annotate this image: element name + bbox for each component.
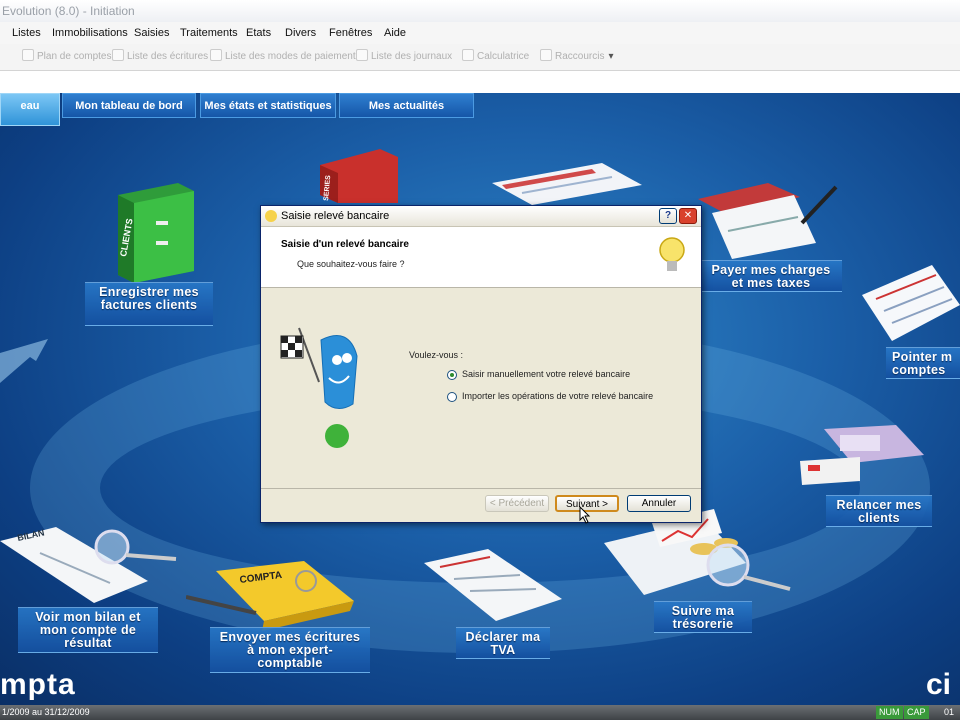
dialog-separator bbox=[261, 488, 701, 489]
compta-box-icon[interactable]: COMPTA bbox=[186, 561, 386, 633]
action-relancer-clients[interactable]: Relancer mes clients bbox=[826, 495, 932, 527]
mascot-flag-icon bbox=[280, 327, 358, 448]
radio-saisir[interactable] bbox=[447, 370, 457, 380]
status-badge-cap: CAP bbox=[904, 706, 929, 719]
red-binder-icon: SERIES bbox=[320, 149, 398, 203]
toolbar-liste-ecritures[interactable]: Liste des écritures bbox=[112, 49, 208, 65]
menu-traitements[interactable]: Traitements bbox=[180, 22, 238, 44]
period-range: 1/2009 au 31/12/2009 bbox=[2, 707, 90, 717]
menu-divers[interactable]: Divers bbox=[285, 22, 316, 44]
brand-logo-right: ci bbox=[926, 668, 952, 701]
menu-fenetres[interactable]: Fenêtres bbox=[329, 22, 372, 44]
menu-saisies[interactable]: Saisies bbox=[134, 22, 169, 44]
workflow-arrow-icon bbox=[0, 339, 48, 383]
window-title: Evolution (8.0) - Initiation bbox=[2, 4, 135, 18]
toolbar-liste-modes-paiement[interactable]: Liste des modes de paiement bbox=[210, 49, 356, 65]
tva-form-icon[interactable] bbox=[424, 545, 564, 625]
charges-taxes-icon[interactable] bbox=[698, 177, 848, 267]
chart-icon bbox=[22, 49, 34, 61]
tab-actualites[interactable]: Mes actualités bbox=[339, 93, 474, 118]
toolbar-plan-de-comptes[interactable]: Plan de comptes bbox=[22, 49, 112, 65]
bulb-icon bbox=[265, 210, 277, 222]
toolbar-spacer bbox=[0, 71, 960, 93]
menu-immobilisations[interactable]: Immobilisations bbox=[52, 22, 128, 44]
pointer-comptes-icon[interactable] bbox=[862, 265, 960, 345]
action-payer-charges[interactable]: Payer mes charges et mes taxes bbox=[700, 260, 842, 292]
help-button[interactable]: ? bbox=[659, 208, 677, 224]
menu-aide[interactable]: Aide bbox=[384, 22, 406, 44]
journal-icon bbox=[356, 49, 368, 61]
menu-listes[interactable]: Listes bbox=[12, 22, 41, 44]
telephone-icon[interactable] bbox=[800, 415, 930, 495]
status-badge-num: NUM bbox=[876, 706, 903, 719]
dialog-header: Saisie d'un relevé bancaire Que souhaite… bbox=[261, 227, 701, 288]
toolbar: Plan de comptes Liste des écritures List… bbox=[0, 44, 960, 71]
dialog-heading: Saisie d'un relevé bancaire bbox=[281, 239, 409, 250]
list-icon bbox=[112, 49, 124, 61]
toolbar-liste-journaux[interactable]: Liste des journaux bbox=[356, 49, 452, 65]
radio-importer[interactable] bbox=[447, 392, 457, 402]
brand-logo-left: mpta bbox=[0, 668, 76, 701]
option-importer-operations[interactable]: Importer les opérations de votre relevé … bbox=[447, 390, 677, 404]
calculator-icon bbox=[462, 49, 474, 61]
toolbar-raccourcis[interactable]: Raccourcis ▾ bbox=[540, 49, 614, 65]
close-button[interactable]: ✕ bbox=[679, 208, 697, 224]
dialog-title: Saisie relevé bancaire bbox=[281, 210, 390, 222]
status-right: 01 bbox=[944, 707, 955, 717]
dialog-subheading: Que souhaitez-vous faire ? bbox=[297, 259, 405, 269]
tab-etats-statistiques[interactable]: Mes états et statistiques bbox=[200, 93, 336, 118]
saisie-releve-dialog: Saisie relevé bancaire ? ✕ Saisie d'un r… bbox=[260, 205, 702, 524]
lightbulb-icon bbox=[659, 237, 685, 271]
dialog-question: Voulez-vous : bbox=[409, 350, 464, 360]
menu-bar: Listes Immobilisations Saisies Traitemen… bbox=[0, 22, 960, 44]
tab-tableau-de-bord[interactable]: Mon tableau de bord bbox=[62, 93, 196, 118]
payment-icon bbox=[210, 49, 222, 61]
action-suivre-tresorerie[interactable]: Suivre ma trésorerie bbox=[654, 601, 752, 633]
action-declarer-tva[interactable]: Déclarer ma TVA bbox=[456, 627, 550, 659]
shortcut-icon bbox=[540, 49, 552, 61]
clients-binder-icon[interactable]: CLIENTS bbox=[108, 175, 204, 285]
bilan-document-icon[interactable]: BILAN bbox=[0, 523, 190, 615]
bank-statement-icon bbox=[492, 163, 642, 205]
tab-accueil[interactable]: eau bbox=[0, 93, 60, 126]
chevron-down-icon: ▾ bbox=[608, 51, 614, 62]
action-envoyer-ecritures[interactable]: Envoyer mes écritures à mon expert-compt… bbox=[210, 627, 370, 673]
window-titlebar: Evolution (8.0) - Initiation bbox=[0, 0, 960, 22]
status-bar: 1/2009 au 31/12/2009 NUM CAP 01 bbox=[0, 705, 960, 720]
previous-button[interactable]: < Précédent bbox=[485, 495, 549, 512]
cancel-button[interactable]: Annuler bbox=[627, 495, 691, 512]
action-voir-bilan[interactable]: Voir mon bilan et mon compte de résultat bbox=[18, 607, 158, 653]
action-enregistrer-factures[interactable]: Enregistrer mes factures clients bbox=[85, 282, 213, 326]
mouse-cursor-icon bbox=[579, 506, 591, 524]
action-pointer-comptes[interactable]: Pointer m comptes bbox=[886, 347, 960, 379]
toolbar-calculatrice[interactable]: Calculatrice bbox=[462, 49, 529, 65]
option-saisir-manuellement[interactable]: Saisir manuellement votre relevé bancair… bbox=[447, 368, 667, 382]
dialog-titlebar: Saisie relevé bancaire ? ✕ bbox=[261, 206, 701, 227]
menu-etats[interactable]: Etats bbox=[246, 22, 271, 44]
